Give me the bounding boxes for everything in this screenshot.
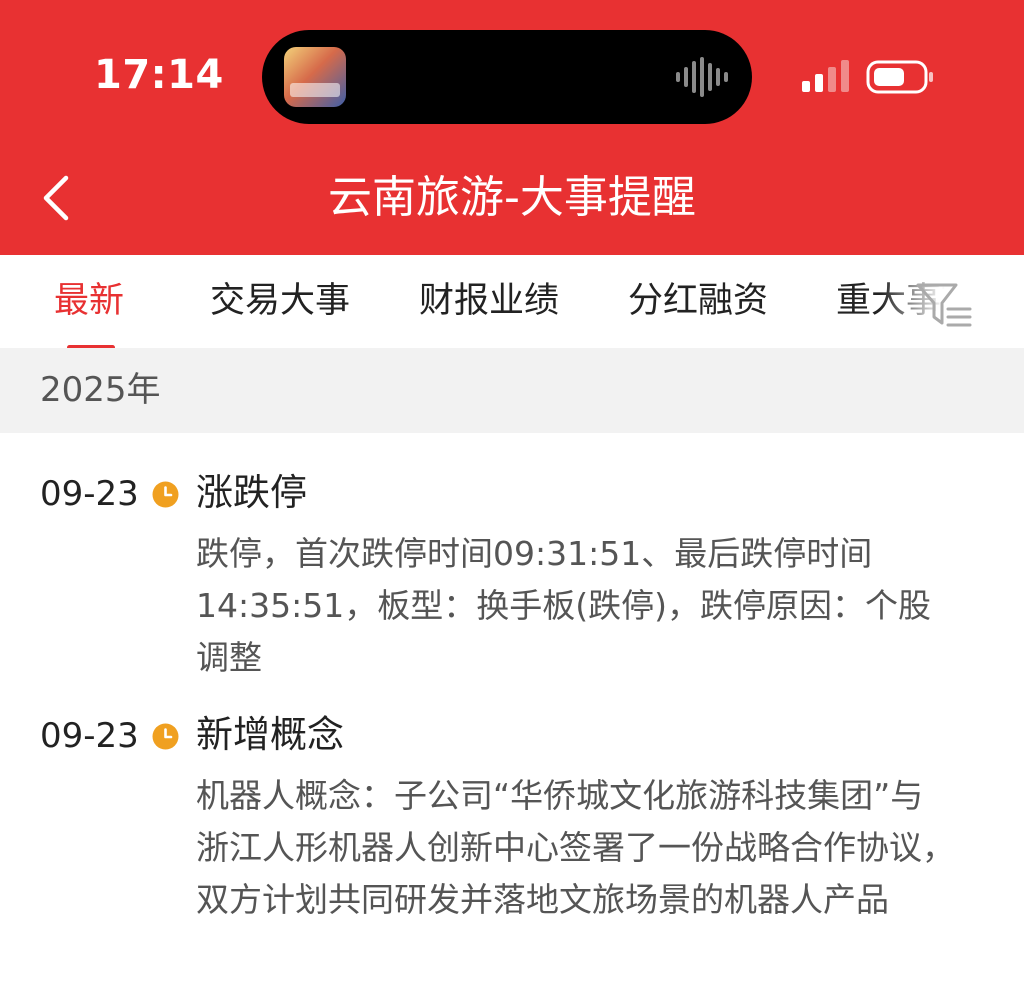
tab-financial-reports[interactable]: 财报业绩 xyxy=(419,279,559,323)
battery-icon xyxy=(866,60,933,94)
cellular-signal-icon xyxy=(802,60,849,92)
event-description: 跌停，首次跌停时间09:31:51、最后跌停时间14:35:51，板型：换手板(… xyxy=(196,534,931,677)
event-description: 机器人概念：子公司“华侨城文化旅游科技集团”与浙江人形机器人创新中心签署了一份战… xyxy=(196,776,955,919)
clock-icon xyxy=(152,723,179,750)
audio-wave-icon xyxy=(676,57,728,97)
page-title: 云南旅游-大事提醒 xyxy=(328,172,696,223)
event-date: 09-23 xyxy=(40,474,139,514)
filter-icon[interactable] xyxy=(912,275,976,335)
year-section-header: 2025年 xyxy=(0,348,1024,433)
event-title: 涨跌停 xyxy=(196,471,307,514)
event-title: 新增概念 xyxy=(196,713,344,756)
clock-icon xyxy=(152,481,179,508)
dynamic-island xyxy=(262,30,752,124)
tab-dividends-financing[interactable]: 分红融资 xyxy=(628,279,768,323)
event-date: 09-23 xyxy=(40,716,139,756)
category-tabs: 最新 交易大事 财报业绩 分红融资 重大事项 xyxy=(0,255,1024,350)
app-header: 17:14 云南旅游-大事提醒 xyxy=(0,0,1024,255)
tab-trading-events[interactable]: 交易大事 xyxy=(210,279,350,323)
tab-latest[interactable]: 最新 xyxy=(54,279,124,323)
app-thumbnail-icon xyxy=(284,47,346,107)
year-label: 2025年 xyxy=(40,370,161,410)
status-time: 17:14 xyxy=(94,52,224,98)
